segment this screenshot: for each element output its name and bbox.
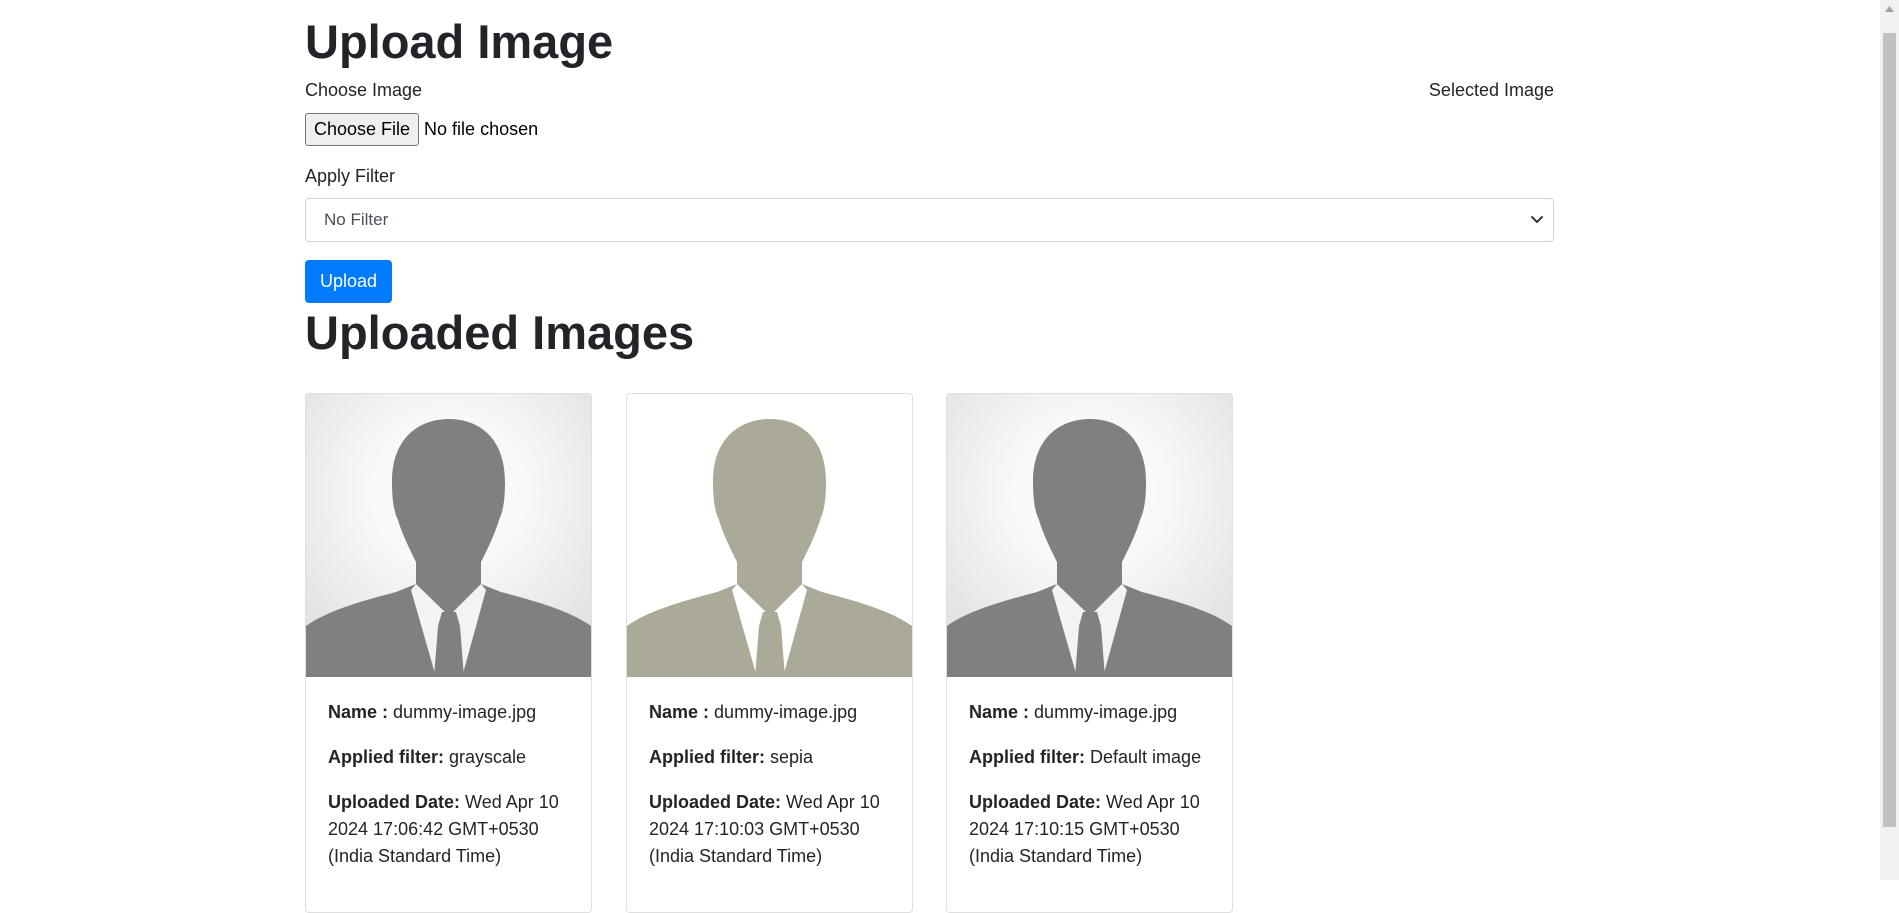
person-silhouette-icon (947, 394, 1232, 677)
scroll-up-arrow-icon[interactable] (1885, 6, 1894, 12)
date-label: Uploaded Date: (969, 792, 1102, 812)
scrollbar-thumb[interactable] (1883, 33, 1896, 827)
filter-label: Applied filter: (328, 747, 444, 767)
image-name: dummy-image.jpg (393, 702, 537, 722)
image-card: Name : dummy-image.jpg Applied filter: s… (626, 393, 913, 913)
image-name: dummy-image.jpg (714, 702, 858, 722)
date-label: Uploaded Date: (328, 792, 461, 812)
person-silhouette-icon (627, 394, 912, 677)
name-label: Name : (328, 702, 389, 722)
person-silhouette-icon (306, 394, 591, 677)
choose-file-button[interactable]: Choose File (305, 113, 420, 146)
upload-button[interactable]: Upload (305, 260, 393, 303)
chevron-down-icon (1531, 216, 1543, 223)
upload-title: Upload Image (305, 15, 614, 68)
filter-label: Applied filter: (649, 747, 765, 767)
file-input[interactable]: Choose File No file chosen (305, 113, 538, 146)
choose-image-label: Choose Image (305, 80, 423, 100)
image-filter: sepia (770, 747, 814, 767)
filter-select-value: No Filter (324, 210, 389, 229)
filter-label: Applied filter: (969, 747, 1085, 767)
filter-select[interactable]: No Filter (305, 198, 1554, 242)
name-label: Name : (649, 702, 710, 722)
image-card: Name : dummy-image.jpg Applied filter: D… (946, 393, 1233, 913)
date-label: Uploaded Date: (649, 792, 782, 812)
image-name: dummy-image.jpg (1034, 702, 1178, 722)
name-label: Name : (969, 702, 1030, 722)
image-filter: grayscale (449, 747, 527, 767)
apply-filter-label: Apply Filter (305, 166, 396, 186)
image-card: Name : dummy-image.jpg Applied filter: g… (305, 393, 592, 913)
uploaded-images-title: Uploaded Images (305, 306, 695, 359)
file-status: No file chosen (424, 119, 539, 139)
image-filter: Default image (1090, 747, 1202, 767)
vertical-scrollbar[interactable] (1880, 0, 1899, 880)
selected-image-label: Selected Image (1428, 80, 1554, 100)
